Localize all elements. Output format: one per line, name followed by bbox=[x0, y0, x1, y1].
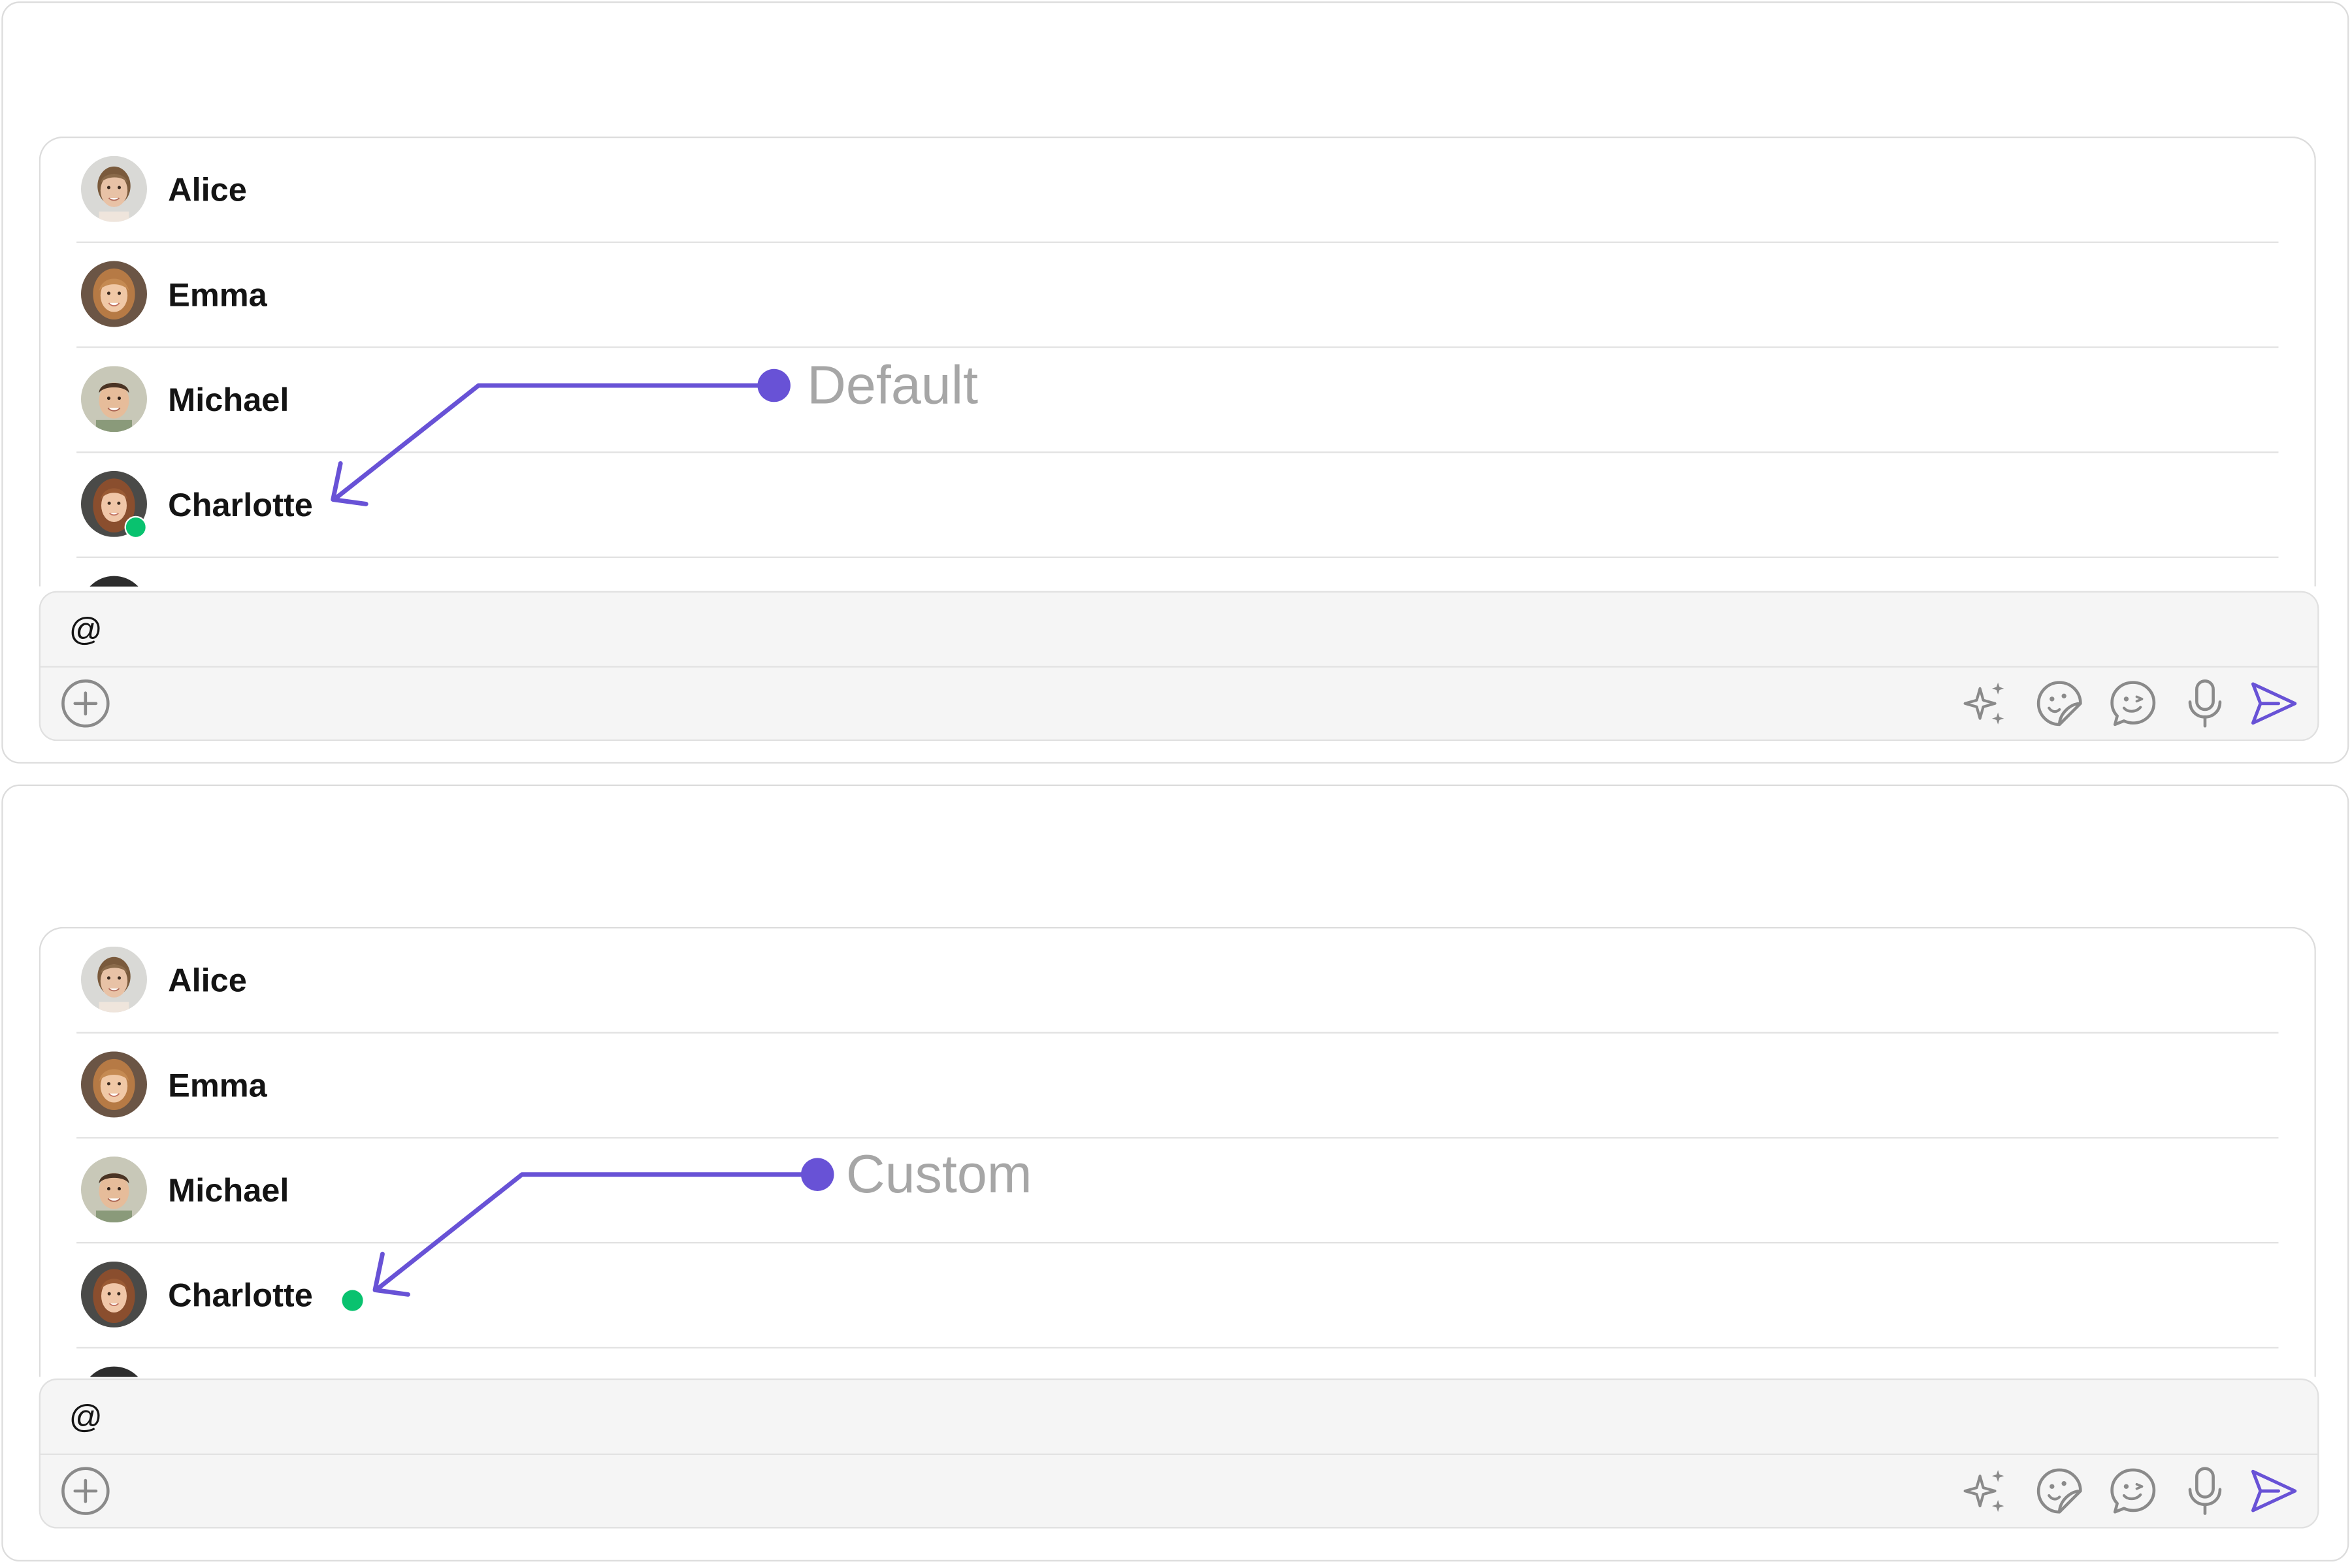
annotation-arrow bbox=[331, 368, 791, 506]
annotation-label: Custom bbox=[845, 1143, 1032, 1205]
annotation-arrow bbox=[372, 1158, 834, 1297]
annotation-label: Default bbox=[807, 353, 979, 416]
